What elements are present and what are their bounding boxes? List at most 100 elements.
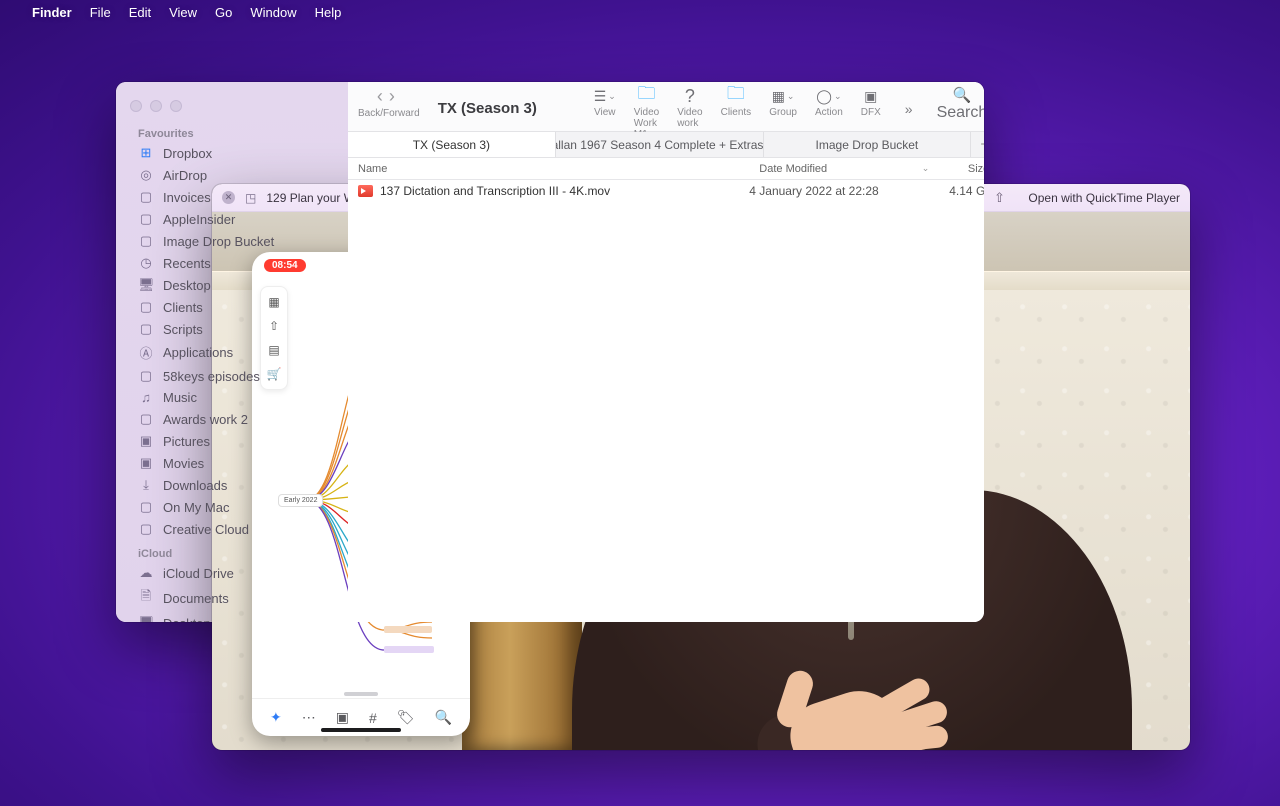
file-size: 4.14 G <box>939 184 984 198</box>
toolbar-overflow-icon[interactable]: » <box>899 101 919 117</box>
sidebar-item-applications[interactable]: ⒶApplications <box>116 340 348 365</box>
movie-file-icon <box>358 185 373 197</box>
sidebar-item-label: AirDrop <box>163 168 207 183</box>
hash-icon[interactable]: # <box>369 710 377 726</box>
open-with-button[interactable]: Open with QuickTime Player <box>1022 191 1180 205</box>
menu-help[interactable]: Help <box>315 5 342 20</box>
more-icon[interactable]: ⋯ <box>302 709 316 726</box>
downloads-icon: ⤓ <box>138 477 154 493</box>
home-indicator[interactable] <box>321 728 401 732</box>
sidebar-item-on-my-mac[interactable]: ▢ On My Mac <box>116 496 348 518</box>
tab-image-drop-bucket[interactable]: Image Drop Bucket <box>764 132 972 157</box>
toolbar-action[interactable]: ◯⌄ Action <box>815 86 843 118</box>
sidebar-item-appleinsider[interactable]: ▢ AppleInsider <box>116 208 348 230</box>
sidebar-item-label: Scripts <box>163 322 203 337</box>
back-button[interactable]: ‹ <box>377 86 389 106</box>
sidebar-item-awards-work[interactable]: ▢ Awards work 2 <box>116 408 348 430</box>
phone-grab-handle[interactable] <box>344 692 378 696</box>
sort-indicator-icon: ⌄ <box>922 163 930 174</box>
col-header-size[interactable]: Size <box>939 163 984 175</box>
sidebar-item-58keys[interactable]: ▢ 58keys episodes <box>116 365 348 387</box>
sidebar-item-image-drop-bucket[interactable]: ▢Image Drop Bucket <box>116 230 348 252</box>
applications-icon: Ⓐ <box>138 343 154 362</box>
sidebar-item-label: Clients <box>163 300 203 315</box>
search-icon[interactable]: 🔍 <box>435 709 452 726</box>
sidebar-item-label: Invoices <box>163 190 211 205</box>
menu-go[interactable]: Go <box>215 5 232 20</box>
traffic-zoom-icon[interactable] <box>170 100 182 112</box>
folder-icon: ▢ <box>138 521 154 537</box>
file-date: 4 January 2022 at 22:28 <box>749 184 939 198</box>
finder-title: TX (Season 3) <box>438 100 558 117</box>
toolbar-loc-clients[interactable]: 🗀 Clients <box>721 86 752 118</box>
toolbar-group[interactable]: ▦⌄ Group <box>769 86 797 118</box>
mindmap-mode-icon[interactable]: ✦ <box>270 709 282 726</box>
sidebar-item-clients[interactable]: ▢Clients <box>116 296 348 318</box>
traffic-close-icon[interactable] <box>130 100 142 112</box>
nav-caption: Back/Forward <box>358 108 420 119</box>
sidebar-item-recents[interactable]: ◷Recents <box>116 252 348 274</box>
sidebar-item-label: AppleInsider <box>163 212 235 227</box>
sidebar-item-icloud-drive[interactable]: ☁ iCloud Drive <box>116 562 348 584</box>
menu-window[interactable]: Window <box>250 5 296 20</box>
toolbar-nav: ‹› Back/Forward <box>358 86 420 119</box>
finder-toolbar: ‹› Back/Forward TX (Season 3) ☰⌄ View 🗀 … <box>348 82 984 132</box>
toolbar-loc-video-work[interactable]: ? Video work <box>677 86 702 129</box>
icloud-icon: ☁ <box>138 565 154 581</box>
macos-menubar: Finder File Edit View Go Window Help <box>0 0 1280 24</box>
sidebar-heading-favourites: Favourites <box>116 124 348 142</box>
sidebar-item-label: Desktop <box>163 278 211 293</box>
toolbar-dfx[interactable]: ▣ DFX <box>861 86 881 118</box>
menu-file[interactable]: File <box>90 5 111 20</box>
tab-tx-season-3[interactable]: TX (Season 3) <box>348 132 556 157</box>
tab-add-button[interactable]: + <box>971 132 984 157</box>
sidebar-item-scripts[interactable]: ▢Scripts <box>116 318 348 340</box>
window-traffic-lights <box>116 90 348 120</box>
col-header-date[interactable]: Date Modified⌄ <box>749 163 939 175</box>
sidebar-item-label: On My Mac <box>163 500 229 515</box>
toolbar-search[interactable]: 🔍 Search <box>937 86 984 122</box>
file-row[interactable]: 137 Dictation and Transcription III - 4K… <box>348 180 984 202</box>
sidebar-item-label: Desktop <box>163 616 211 623</box>
desktop-icon: 🖥 <box>138 277 154 293</box>
folder-icon: ▢ <box>138 411 154 427</box>
sidebar-item-creative-cloud[interactable]: ▢Creative Cloud <box>116 518 348 540</box>
sidebar-item-desktop-icloud[interactable]: 🖥Desktop <box>116 612 348 622</box>
tab-callan-1967[interactable]: Callan 1967 Season 4 Complete + Extras… <box>556 132 764 157</box>
forward-button[interactable]: › <box>389 86 401 106</box>
link-icon: ? <box>685 86 695 106</box>
finder-window: Favourites ⊞Dropbox ◎AirDrop ▢Invoices ▢… <box>116 82 984 622</box>
sidebar-item-music[interactable]: ♫Music <box>116 387 348 408</box>
sidebar-item-desktop[interactable]: 🖥 Desktop <box>116 274 348 296</box>
share-icon[interactable]: ⇧ <box>986 188 1012 208</box>
sidebar-item-label: 58keys episodes <box>163 369 260 384</box>
folder-icon: ▢ <box>138 368 154 384</box>
sidebar-item-dropbox[interactable]: ⊞Dropbox <box>116 142 348 164</box>
col-header-name[interactable]: Name <box>348 163 749 175</box>
list-view-icon: ☰⌄ <box>594 86 616 106</box>
style-icon[interactable]: 🏷 <box>397 709 415 726</box>
sidebar-item-downloads[interactable]: ⤓Downloads <box>116 474 348 496</box>
sidebar-item-label: Documents <box>163 591 229 606</box>
sidebar-item-label: Awards work 2 <box>163 412 248 427</box>
sidebar-item-movies[interactable]: ▣Movies <box>116 452 348 474</box>
folder-icon: 🗀 <box>727 86 745 106</box>
menubar-app-name[interactable]: Finder <box>32 5 72 20</box>
sidebar-item-pictures[interactable]: ▣Pictures <box>116 430 348 452</box>
sidebar-item-label: Image Drop Bucket <box>163 234 274 249</box>
folder-icon: ▢ <box>138 211 154 227</box>
documents-icon: 🗎 <box>138 587 154 609</box>
sidebar-item-airdrop[interactable]: ◎AirDrop <box>116 164 348 186</box>
menu-edit[interactable]: Edit <box>129 5 151 20</box>
folder-icon: ▢ <box>138 499 154 515</box>
image-icon[interactable]: ▣ <box>336 709 349 726</box>
toolbar-view[interactable]: ☰⌄ View <box>594 86 616 118</box>
file-list: 137 Dictation and Transcription III - 4K… <box>348 180 984 622</box>
pictures-icon: ▣ <box>138 433 154 449</box>
sidebar-item-documents[interactable]: 🗎 Documents <box>116 584 348 612</box>
traffic-minimize-icon[interactable] <box>150 100 162 112</box>
dfx-icon: ▣ <box>864 86 877 106</box>
sidebar-item-label: iCloud Drive <box>163 566 234 581</box>
sidebar-item-invoices[interactable]: ▢Invoices <box>116 186 348 208</box>
menu-view[interactable]: View <box>169 5 197 20</box>
